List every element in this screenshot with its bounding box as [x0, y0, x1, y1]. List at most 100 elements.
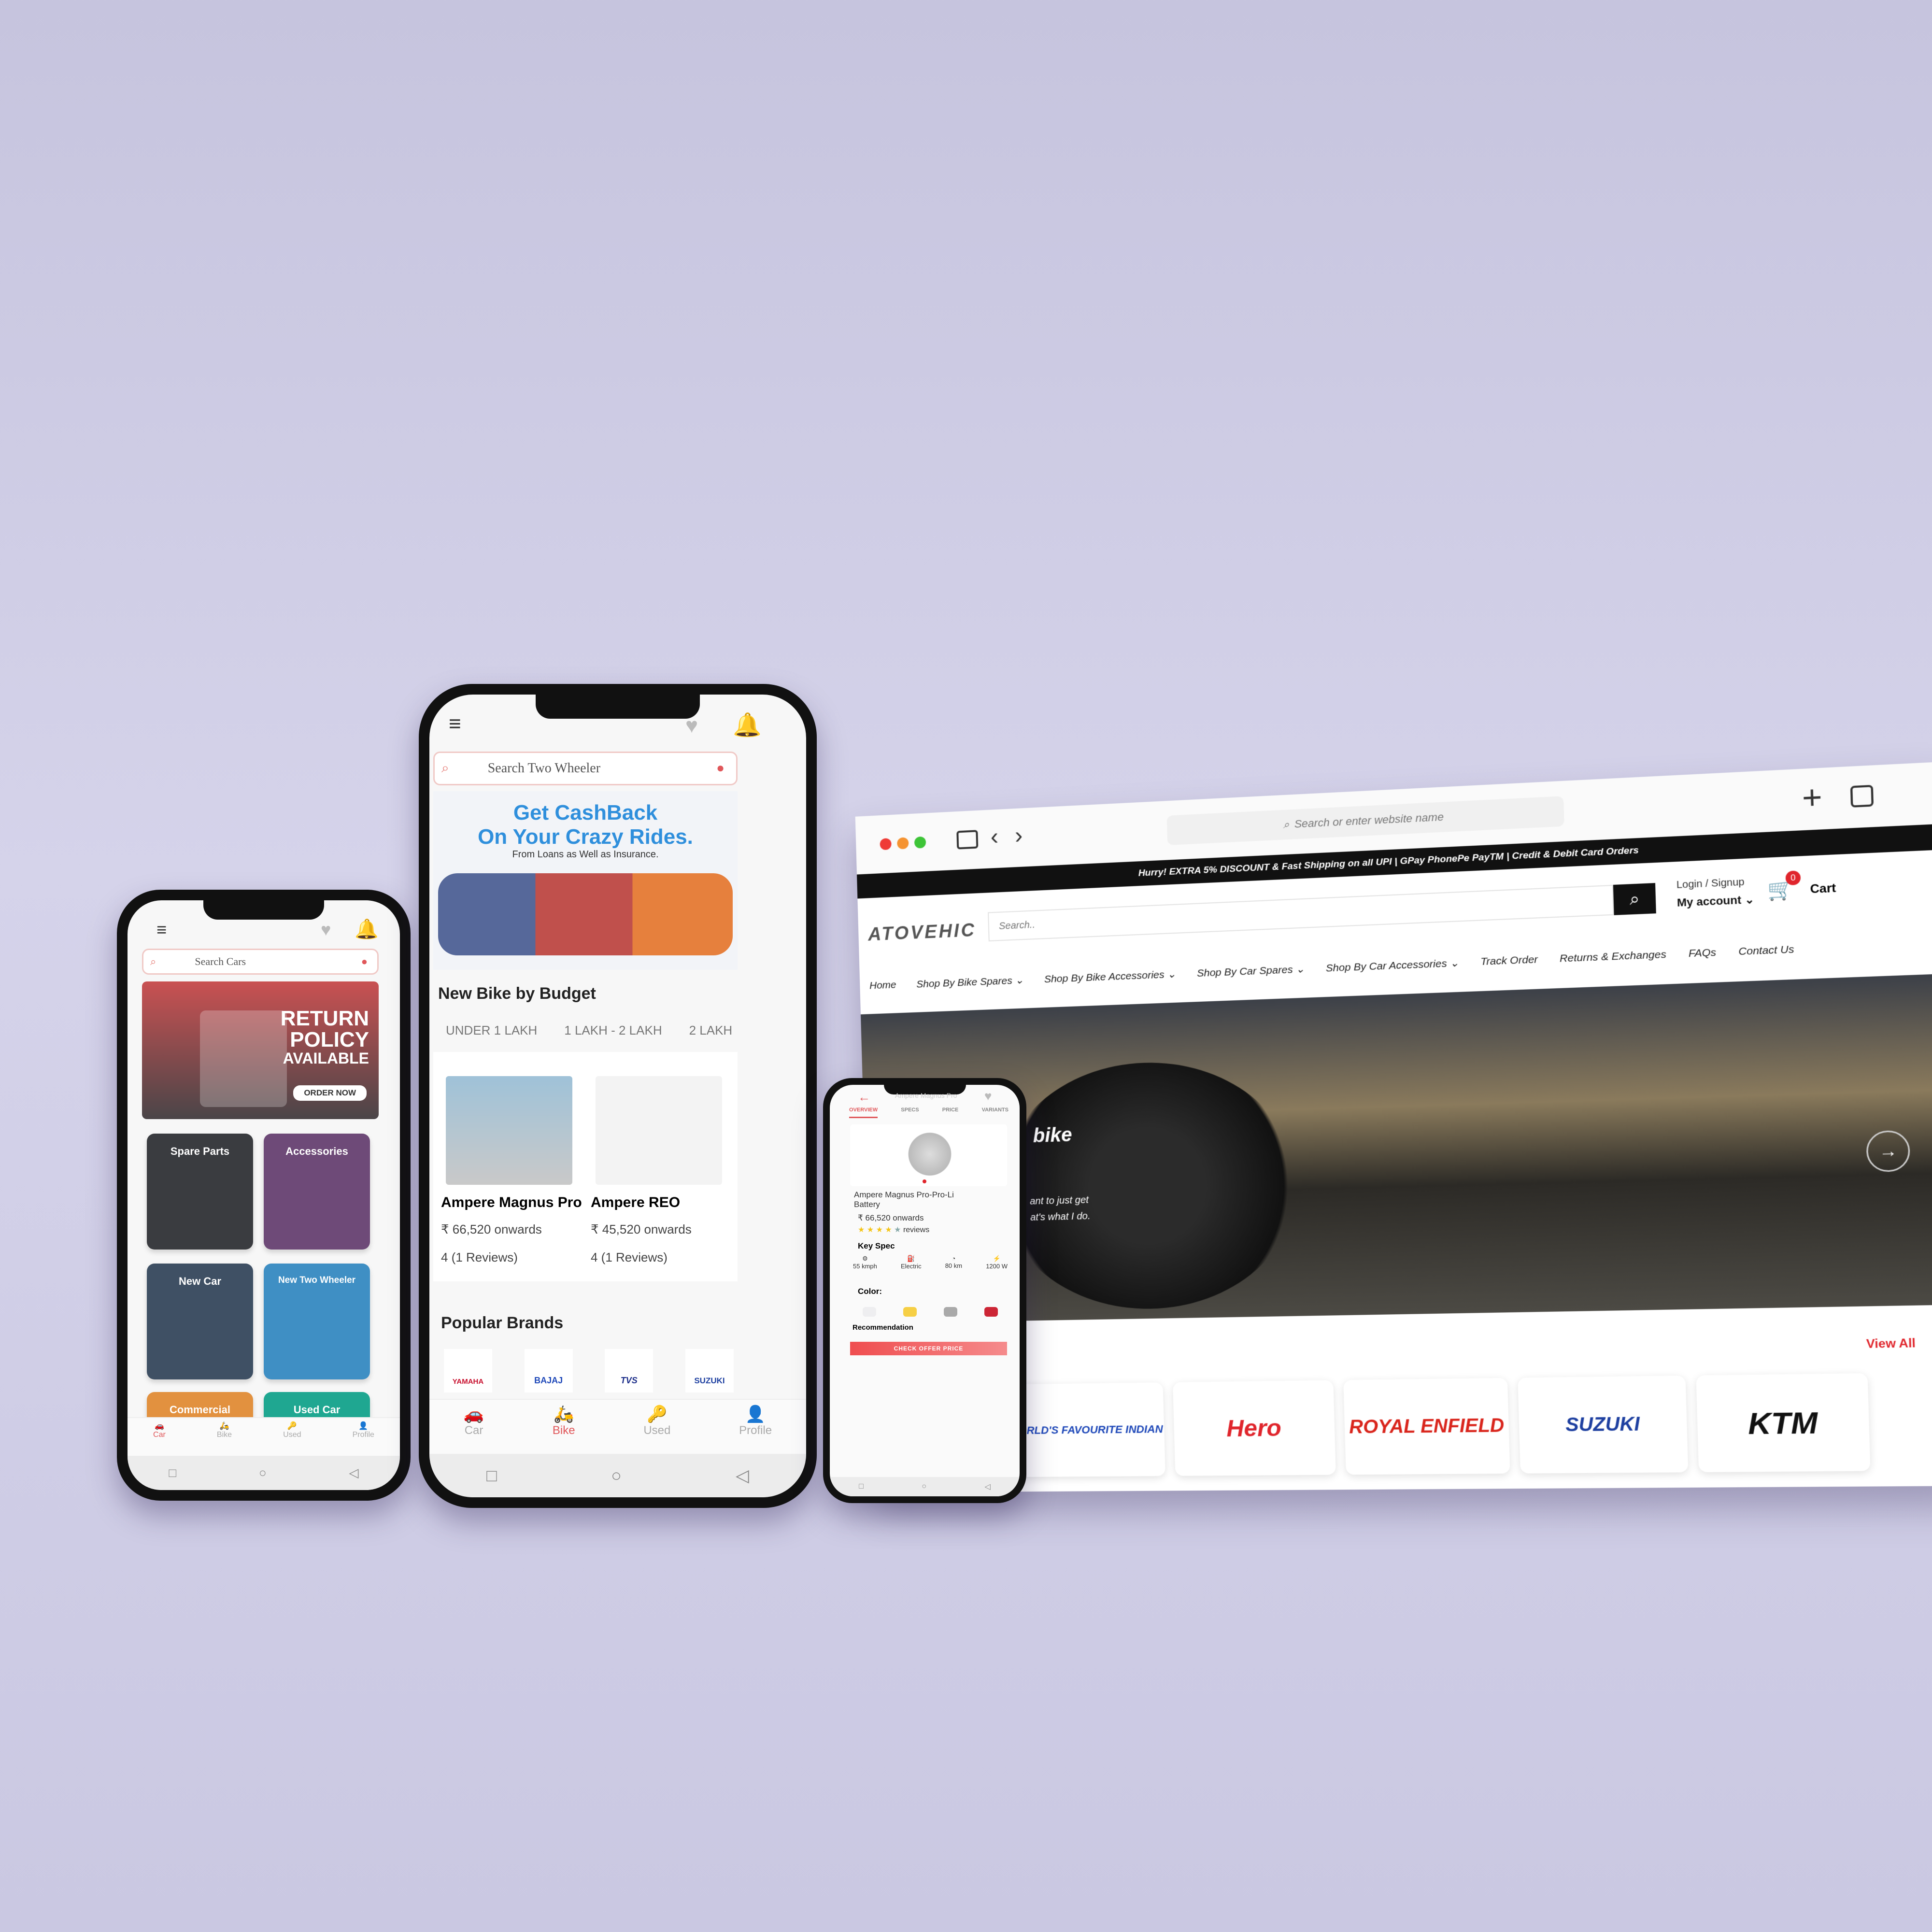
tabs-icon[interactable]: [1850, 784, 1874, 808]
tile-new-two-wheeler[interactable]: New Two Wheeler: [264, 1264, 370, 1379]
carousel-dot[interactable]: [923, 1179, 926, 1183]
home-icon[interactable]: ○: [922, 1482, 926, 1491]
menu-faqs[interactable]: FAQs: [1688, 947, 1716, 961]
speedometer-icon: ◔: [952, 1255, 956, 1262]
nav-used[interactable]: 🔑 Used: [283, 1421, 301, 1456]
brand-suzuki[interactable]: SUZUKI: [685, 1349, 734, 1392]
menu-car-accessories[interactable]: Shop By Car Accessories ⌄: [1326, 957, 1459, 975]
product-image-carousel[interactable]: [850, 1124, 1007, 1186]
brand-hero[interactable]: Hero: [1173, 1380, 1336, 1476]
login-link[interactable]: Login / Signup: [1676, 877, 1745, 891]
hero-text-1: ant to just get: [1029, 1194, 1089, 1207]
spec-fuel: ⛽ Electric: [900, 1255, 922, 1270]
next-slide-arrow[interactable]: →: [1866, 1130, 1911, 1173]
search-input[interactable]: ⌕ Search Cars ●: [142, 949, 379, 975]
site-logo[interactable]: ATOVEHIC: [868, 920, 977, 946]
tab-specs[interactable]: SPECS: [901, 1107, 919, 1118]
bike-image[interactable]: [596, 1076, 722, 1185]
back-icon[interactable]: ◁: [984, 1482, 990, 1492]
tile-new-car[interactable]: New Car: [147, 1264, 253, 1379]
nav-used[interactable]: 🔑 Used: [643, 1405, 670, 1454]
heart-icon[interactable]: ♥: [685, 714, 698, 738]
hamburger-menu-icon[interactable]: ≡: [449, 712, 461, 736]
promo-banner[interactable]: RETURN POLICY AVAILABLE ORDER NOW: [142, 981, 379, 1119]
back-arrow-icon[interactable]: ←: [858, 1090, 870, 1105]
new-tab-icon[interactable]: +: [1802, 778, 1823, 817]
detail-tabs: OVERVIEW SPECS PRICE VARIANTS: [849, 1107, 1009, 1118]
search-button[interactable]: ⌕: [1613, 883, 1656, 915]
color-swatch-red[interactable]: [984, 1307, 998, 1317]
home-icon[interactable]: ○: [259, 1465, 267, 1480]
heart-icon[interactable]: ♥: [321, 920, 331, 940]
search-input[interactable]: ⌕ Search Two Wheeler ●: [433, 752, 738, 785]
sidebar-icon[interactable]: [956, 830, 979, 850]
tab-1-2-lakh[interactable]: 1 LAKH - 2 LAKH: [564, 1023, 662, 1038]
hamburger-menu-icon[interactable]: ≡: [156, 920, 167, 940]
brand-suzuki[interactable]: SUZUKI: [1518, 1375, 1689, 1474]
brand-bajaj[interactable]: BAJAJ: [524, 1349, 573, 1392]
cashback-banner[interactable]: Get CashBack On Your Crazy Rides. From L…: [433, 791, 738, 970]
bike-image[interactable]: [446, 1076, 572, 1185]
home-icon[interactable]: ○: [611, 1465, 622, 1486]
brand-hero-tagline[interactable]: WORLD'S FAVOURITE INDIAN: [1006, 1382, 1165, 1477]
bike-name[interactable]: Ampere REO: [591, 1194, 680, 1211]
nav-bike[interactable]: 🛵 Bike: [553, 1405, 575, 1454]
tab-2-lakh[interactable]: 2 LAKH: [689, 1023, 733, 1038]
heart-icon[interactable]: ♥: [984, 1089, 992, 1104]
color-swatch-yellow[interactable]: [903, 1307, 917, 1317]
bell-icon[interactable]: 🔔: [355, 918, 379, 940]
account-menu[interactable]: My account ⌄: [1677, 893, 1755, 909]
order-now-button[interactable]: ORDER NOW: [293, 1085, 367, 1101]
delivery-illustration: [200, 1010, 287, 1107]
brand-tvs[interactable]: TVS: [605, 1349, 653, 1392]
bell-icon[interactable]: 🔔: [733, 711, 762, 739]
profile-icon: 👤: [745, 1405, 766, 1423]
menu-bike-spares[interactable]: Shop By Bike Spares ⌄: [916, 974, 1024, 991]
section-title: New Bike by Budget: [438, 984, 596, 1003]
minimize-dot[interactable]: [897, 837, 909, 850]
tab-price[interactable]: PRICE: [942, 1107, 959, 1118]
recents-icon[interactable]: □: [486, 1465, 497, 1486]
nav-car[interactable]: 🚗 Car: [464, 1405, 484, 1454]
brand-yamaha[interactable]: YAMAHA: [444, 1349, 492, 1392]
menu-bike-accessories[interactable]: Shop By Bike Accessories ⌄: [1044, 968, 1176, 985]
close-dot[interactable]: [880, 838, 892, 851]
recents-icon[interactable]: □: [169, 1465, 176, 1480]
tile-accessories[interactable]: Accessories: [264, 1134, 370, 1250]
tab-under-1-lakh[interactable]: UNDER 1 LAKH: [446, 1023, 537, 1038]
system-nav: □ ○ ◁: [128, 1456, 400, 1490]
bike-price: ₹ 45,520 onwards: [591, 1222, 692, 1236]
nav-car[interactable]: 🚗 Car: [153, 1421, 166, 1456]
menu-home[interactable]: Home: [869, 979, 896, 992]
color-swatch-white[interactable]: [863, 1307, 876, 1317]
mic-icon[interactable]: ●: [716, 761, 724, 776]
address-bar[interactable]: ⌕ Search or enter website name: [1166, 796, 1564, 845]
tile-spare-parts[interactable]: Spare Parts: [147, 1134, 253, 1250]
color-swatch-grey[interactable]: [944, 1307, 957, 1317]
tab-overview[interactable]: OVERVIEW: [849, 1107, 878, 1118]
mic-icon[interactable]: ●: [361, 955, 368, 968]
recents-icon[interactable]: □: [859, 1482, 864, 1491]
nav-profile[interactable]: 👤 Profile: [739, 1405, 772, 1454]
back-icon[interactable]: ‹: [990, 823, 999, 850]
spec-list: ⚙ 55 kmph ⛽ Electric ◔ 80 km ⚡ 1200 W: [853, 1255, 1008, 1270]
menu-car-spares[interactable]: Shop By Car Spares ⌄: [1197, 963, 1305, 980]
menu-track-order[interactable]: Track Order: [1480, 954, 1538, 969]
menu-contact[interactable]: Contact Us: [1738, 943, 1794, 958]
brand-ktm[interactable]: KTM: [1696, 1373, 1871, 1473]
tab-variants[interactable]: VARIANTS: [982, 1107, 1009, 1118]
menu-returns[interactable]: Returns & Exchanges: [1560, 949, 1666, 966]
back-icon[interactable]: ◁: [736, 1465, 749, 1486]
back-icon[interactable]: ◁: [349, 1465, 359, 1480]
forward-icon[interactable]: ›: [1014, 822, 1023, 849]
nav-bike[interactable]: 🛵 Bike: [217, 1421, 232, 1456]
maximize-dot[interactable]: [914, 836, 926, 849]
bike-name[interactable]: Ampere Magnus Pro: [441, 1194, 582, 1211]
cart-label[interactable]: Cart: [1810, 881, 1836, 896]
view-all-link[interactable]: View All: [1866, 1336, 1916, 1351]
nav-profile[interactable]: 👤 Profile: [353, 1421, 374, 1456]
brand-royal-enfield[interactable]: ROYAL ENFIELD: [1343, 1378, 1510, 1475]
check-offer-price-button[interactable]: CHECK OFFER PRICE: [850, 1342, 1007, 1355]
site-search-input[interactable]: Search..: [988, 884, 1614, 942]
bike-icon: 🛵: [219, 1422, 229, 1430]
